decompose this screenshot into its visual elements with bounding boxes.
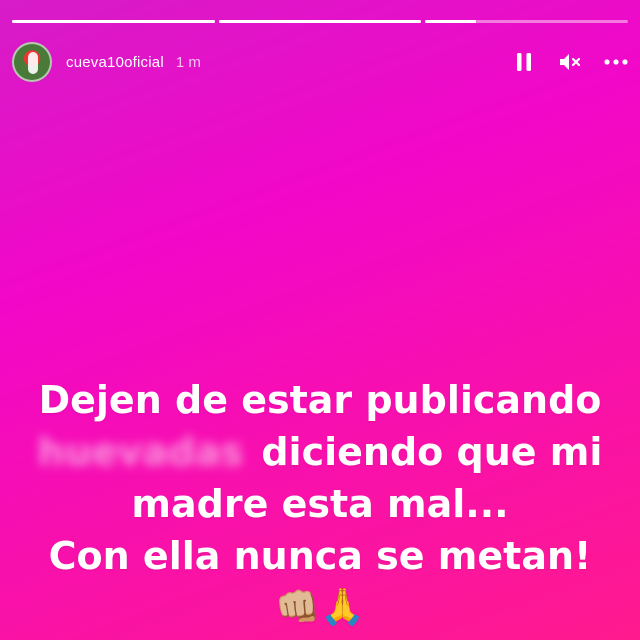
avatar[interactable] xyxy=(12,42,52,82)
pause-icon[interactable] xyxy=(512,50,536,74)
progress-segment xyxy=(425,20,629,23)
post-time: 1 m xyxy=(175,53,201,71)
story-progress-bar xyxy=(12,20,629,23)
more-options-icon[interactable] xyxy=(604,50,628,74)
speaker-muted-icon[interactable] xyxy=(558,50,582,74)
blurred-word: huevadas xyxy=(37,430,244,474)
story-caption: Dejen de estar publicando huevadas dicien… xyxy=(0,374,640,630)
progress-segment xyxy=(218,20,422,23)
story-viewer[interactable]: cueva10oficial 1 m Dejen de estar public… xyxy=(0,0,640,640)
story-header: cueva10oficial 1 m xyxy=(12,40,628,84)
caption-line: madre esta mal... xyxy=(131,482,509,526)
username[interactable]: cueva10oficial xyxy=(66,54,164,71)
caption-line: Dejen de estar publicando xyxy=(38,378,602,422)
caption-line: Con ella nunca se metan! xyxy=(48,534,592,578)
story-controls xyxy=(512,50,628,74)
emoji-stickers: 👊🏼🙏 xyxy=(275,587,365,628)
caption-line-rest: diciendo que mi xyxy=(261,430,603,474)
caption-line: huevadas diciendo que mi xyxy=(0,426,640,478)
progress-segment xyxy=(12,20,215,23)
